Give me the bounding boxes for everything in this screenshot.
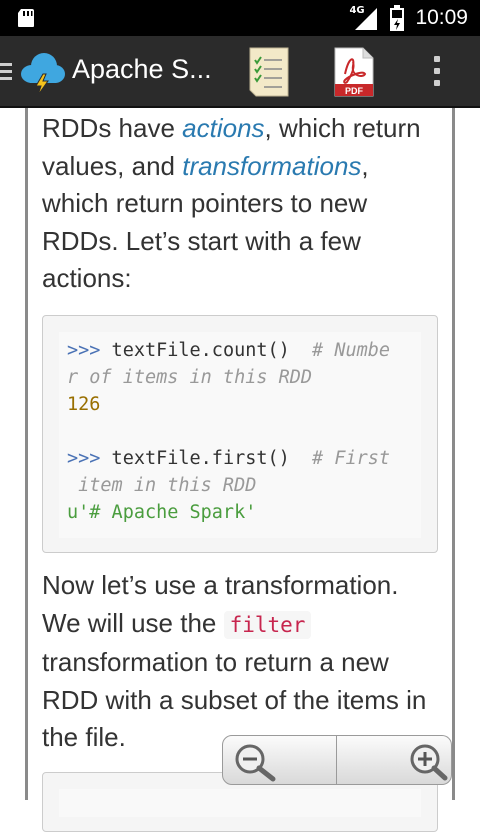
code-block-inner <box>59 789 421 817</box>
zoom-controls <box>222 735 452 785</box>
notes-checklist-icon[interactable] <box>248 46 290 98</box>
zoom-out-icon <box>235 744 276 782</box>
action-bar: Apache S... PDF <box>0 36 480 108</box>
code-line-5: item in this RDD <box>67 475 256 496</box>
pdf-export-icon[interactable]: PDF <box>333 46 375 98</box>
drawer-icon[interactable] <box>0 63 14 83</box>
link-actions[interactable]: actions <box>182 113 264 143</box>
code-prompt: >>> <box>67 448 101 469</box>
code-comment: # Numbe <box>289 340 391 361</box>
code-comment: r of items in this RDD <box>67 367 313 388</box>
code-line-6: u'# Apache Spark' <box>67 502 256 523</box>
signal-icon <box>355 8 378 30</box>
zoom-in-button[interactable] <box>337 735 452 785</box>
app-title: Apache S... <box>72 54 212 84</box>
link-transformations[interactable]: transformations <box>182 151 361 181</box>
clock: 10:09 <box>415 6 468 29</box>
p1-text-1: RDDs have <box>42 113 183 143</box>
zoom-out-button[interactable] <box>222 735 337 785</box>
paragraph-actions: RDDs have actions, which return values, … <box>42 110 437 298</box>
code-line-3: 126 <box>67 394 100 415</box>
code-comment: # First <box>289 448 391 469</box>
code-output: u'# Apache Spark' <box>67 502 257 523</box>
zoom-in-icon <box>410 744 448 781</box>
network-status: 4G <box>349 5 379 30</box>
paragraph-transformation: Now let’s use a transformation. We will … <box>42 567 437 757</box>
sd-card-icon <box>18 9 34 27</box>
overflow-menu-icon[interactable] <box>430 56 444 90</box>
app-logo-cloud-icon[interactable] <box>18 48 66 96</box>
code-prompt: >>> <box>67 340 101 361</box>
code-statement: textFile.first() <box>100 448 290 469</box>
code-line-4: >>> textFile.first() # First <box>67 448 390 469</box>
code-statement: textFile.count() <box>100 340 290 361</box>
svg-text:PDF: PDF <box>345 86 364 96</box>
code-line-1: >>> textFile.count() # Numbe <box>67 340 390 361</box>
status-bar: 4G 10:09 <box>0 0 480 36</box>
code-comment: item in this RDD <box>67 475 257 496</box>
battery-icon <box>390 5 405 31</box>
code-output: 126 <box>67 394 101 415</box>
code-line-2: r of items in this RDD <box>67 367 312 388</box>
p2-text-1: Now let’s use a transformation. We will … <box>42 570 399 638</box>
inline-code-filter: filter <box>223 610 312 639</box>
